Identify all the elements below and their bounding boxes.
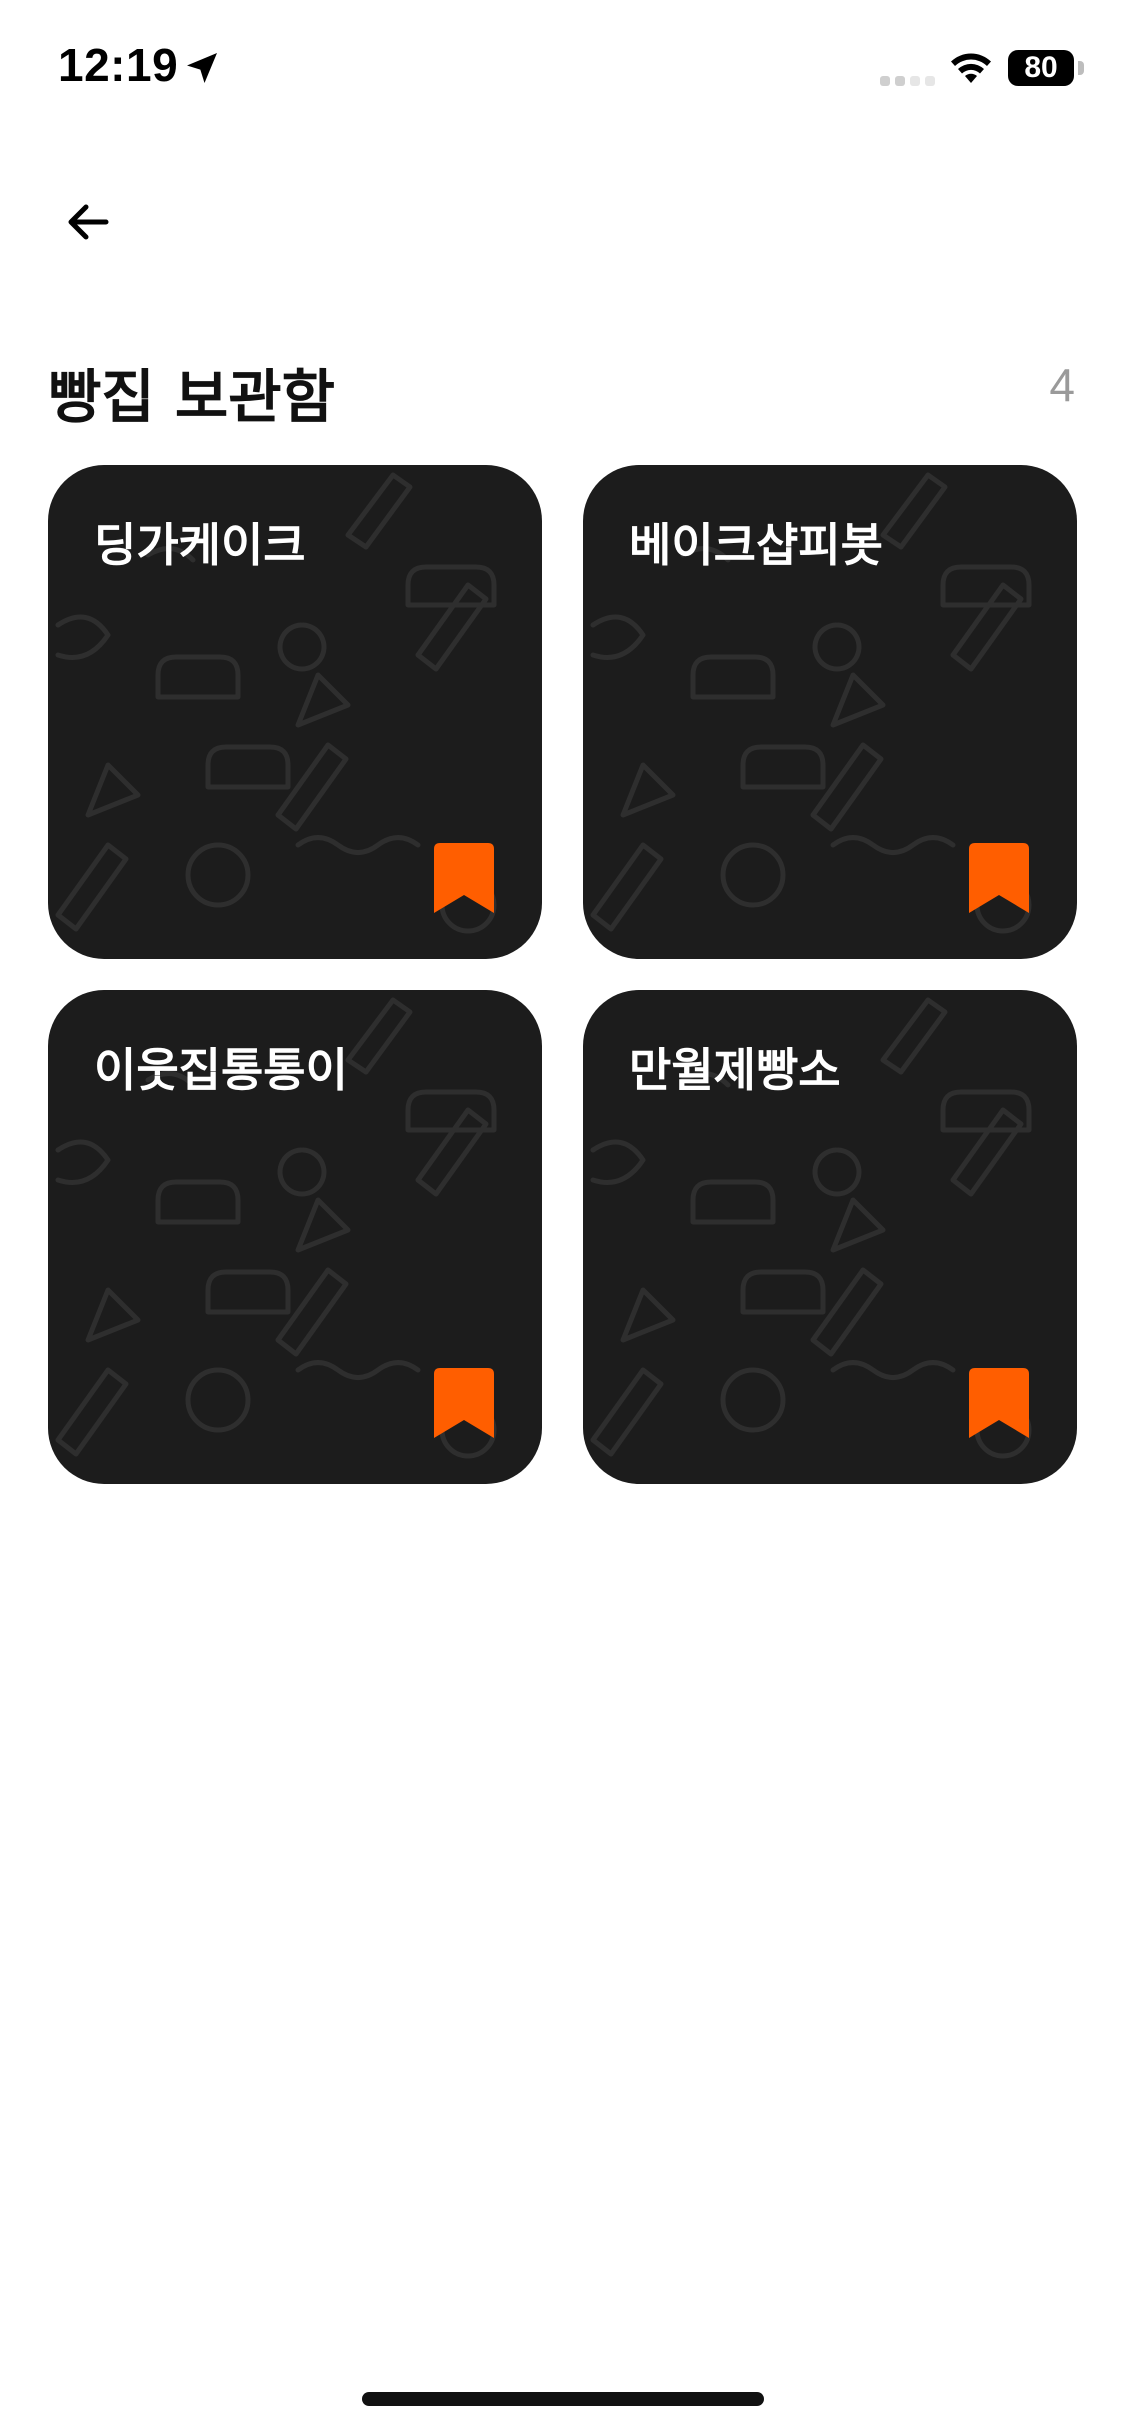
status-bar: 12:19 80 [0, 0, 1125, 140]
location-arrow-icon [187, 53, 217, 83]
bakery-name: 이웃집통통이 [94, 1043, 348, 1097]
bakery-name: 딩가케이크 [94, 518, 306, 572]
bakery-count: 4 [1049, 359, 1075, 411]
battery-icon: 80 [1008, 50, 1074, 86]
bookmark-icon[interactable] [434, 843, 494, 913]
signal-icon [880, 76, 935, 86]
arrow-left-icon [68, 204, 109, 240]
bakery-grid: 딩가케이크 베이크샵피봇 이웃집통통이 만월제빵소 [48, 465, 1077, 1484]
back-button[interactable] [48, 182, 128, 262]
bakery-card[interactable]: 만월제빵소 [583, 990, 1077, 1484]
bakery-name: 베이크샵피봇 [629, 518, 883, 572]
bookmark-icon[interactable] [969, 843, 1029, 913]
home-indicator[interactable] [362, 2392, 764, 2406]
bookmark-icon[interactable] [434, 1368, 494, 1438]
page-title: 빵집 보관함 [48, 363, 335, 431]
status-time: 12:19 [58, 39, 179, 91]
bookmark-icon[interactable] [969, 1368, 1029, 1438]
bakery-name: 만월제빵소 [629, 1043, 841, 1097]
bakery-card[interactable]: 이웃집통통이 [48, 990, 542, 1484]
wifi-icon [951, 53, 991, 83]
battery-cap [1078, 61, 1084, 75]
bakery-card[interactable]: 딩가케이크 [48, 465, 542, 959]
bakery-card[interactable]: 베이크샵피봇 [583, 465, 1077, 959]
